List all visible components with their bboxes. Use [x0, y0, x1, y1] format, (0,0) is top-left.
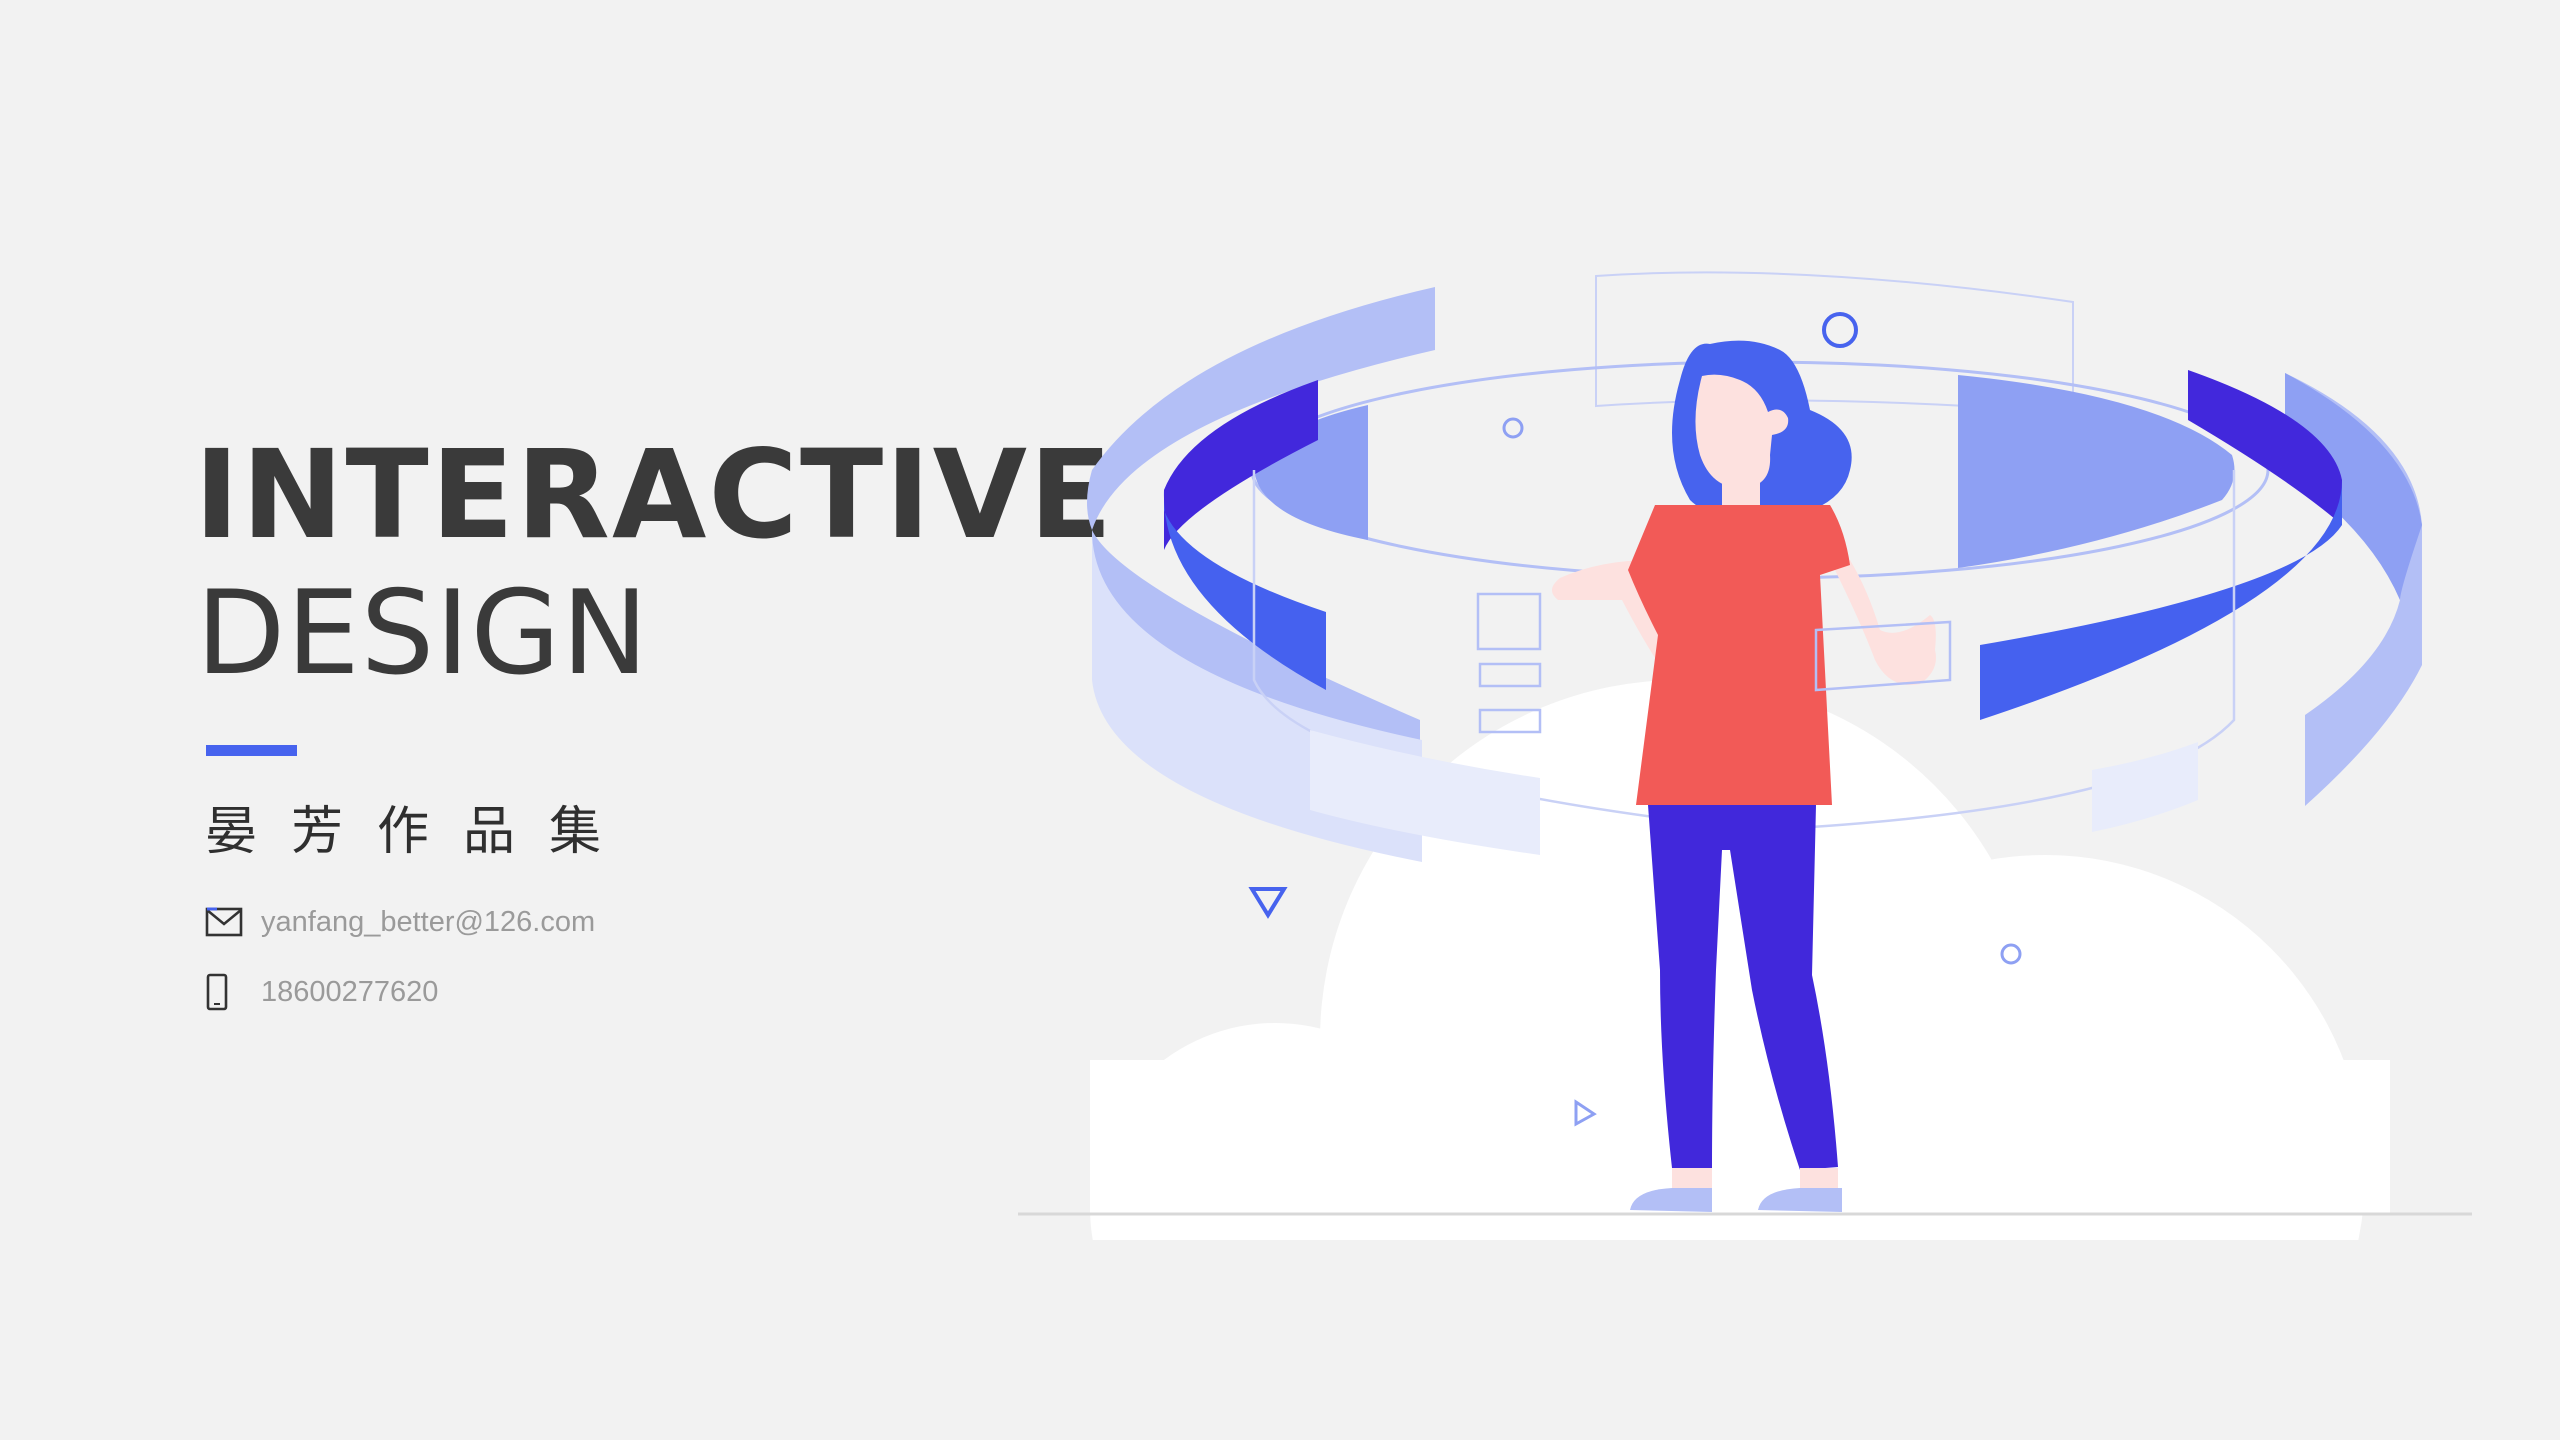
circle-decoration-large: [1822, 312, 1858, 348]
title-line-1: INTERACTIVE: [194, 424, 1115, 566]
title-line-2: DESIGN: [196, 566, 650, 701]
cover-page: INTERACTIVE DESIGN 晏芳作品集 yanfang_better@…: [0, 0, 2560, 1440]
portfolio-subtitle: 晏芳作品集: [205, 802, 636, 862]
accent-divider: [206, 745, 297, 756]
triangle-decoration-down: [1248, 887, 1288, 919]
email-text: yanfang_better@126.com: [261, 905, 596, 938]
interactive-design-illustration: [1018, 271, 2472, 1240]
phone-text: 18600277620: [261, 975, 439, 1008]
phone-icon: [205, 972, 245, 1012]
ring-lower-segment-right: [2092, 742, 2198, 832]
email-contact[interactable]: yanfang_better@126.com: [205, 902, 595, 942]
mail-icon: [205, 902, 245, 942]
circle-decoration-small: [1502, 417, 1524, 439]
phone-contact[interactable]: 18600277620: [205, 972, 438, 1012]
